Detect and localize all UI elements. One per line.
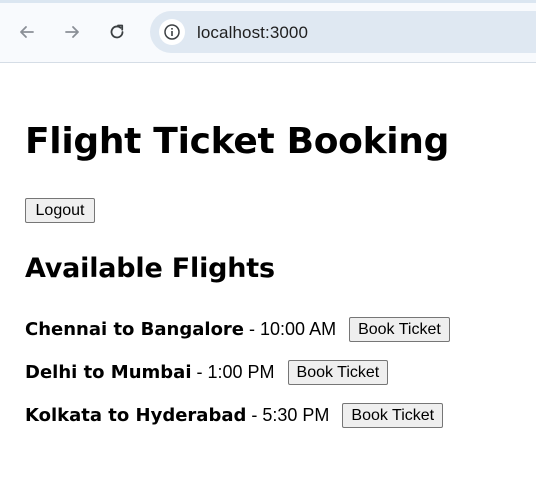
section-title: Available Flights (25, 253, 275, 284)
flight-item: Chennai to Bangalore - 10:00 AM Book Tic… (25, 317, 450, 342)
flight-item: Kolkata to Hyderabad - 5:30 PM Book Tick… (25, 403, 444, 428)
reload-button[interactable] (102, 17, 132, 47)
flight-time: 10:00 AM (260, 319, 337, 339)
reload-icon (110, 24, 124, 39)
logout-button[interactable]: Logout (25, 198, 95, 223)
flight-route: Kolkata to Hyderabad (25, 405, 247, 426)
flight-separator: - (246, 405, 263, 425)
book-ticket-button[interactable]: Book Ticket (342, 403, 444, 428)
arrow-left-icon (20, 26, 34, 38)
flight-separator: - (191, 362, 208, 382)
flight-time: 1:00 PM (207, 362, 275, 382)
book-ticket-button[interactable]: Book Ticket (349, 317, 450, 342)
url-text[interactable]: localhost:3000 (197, 23, 308, 43)
flight-item: Delhi to Mumbai - 1:00 PM Book Ticket (25, 360, 389, 385)
flight-separator: - (244, 319, 261, 339)
info-icon (164, 24, 180, 40)
flight-route: Chennai to Bangalore (25, 319, 245, 340)
forward-button[interactable] (57, 17, 87, 47)
page-content: Flight Ticket Booking Logout Available F… (0, 63, 536, 492)
page-title: Flight Ticket Booking (25, 121, 450, 162)
flight-time: 5:30 PM (262, 405, 330, 425)
address-bar[interactable]: localhost:3000 (150, 11, 536, 53)
book-ticket-button[interactable]: Book Ticket (287, 360, 389, 385)
arrow-right-icon (65, 26, 79, 38)
flight-route: Delhi to Mumbai (25, 362, 192, 383)
back-button[interactable] (12, 17, 42, 47)
browser-toolbar: localhost:3000 (0, 0, 536, 63)
site-info-button[interactable] (159, 19, 185, 45)
